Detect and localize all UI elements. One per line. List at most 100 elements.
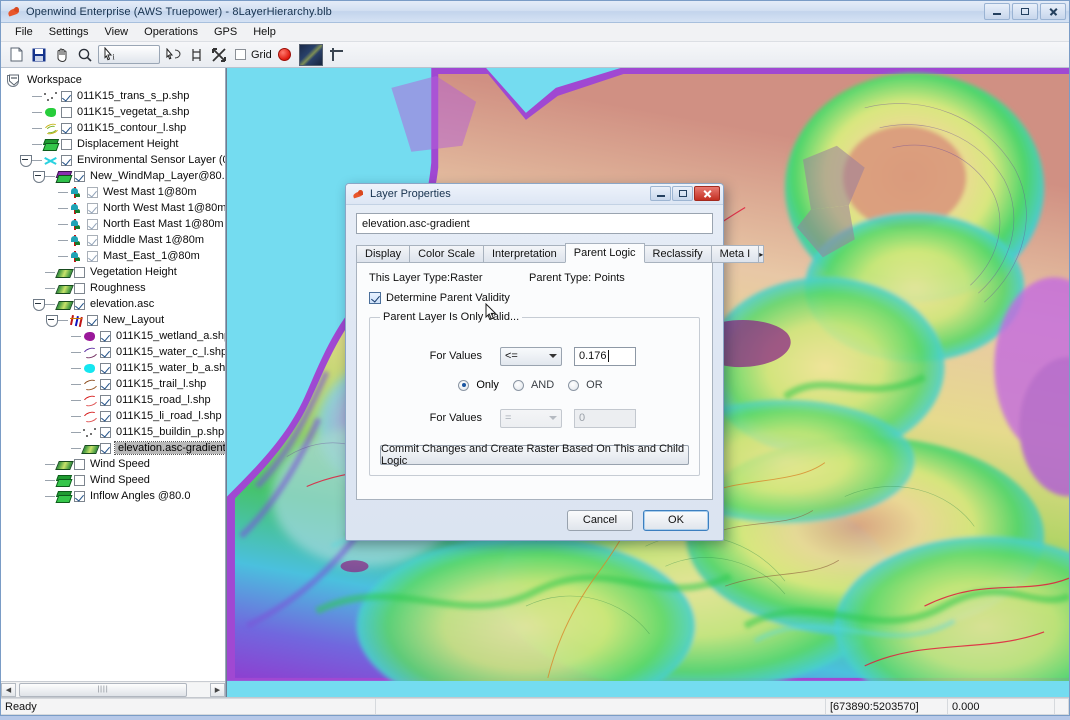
layer-visibility-checkbox[interactable] <box>61 154 72 166</box>
record-red-circle-icon[interactable] <box>275 45 295 65</box>
menu-operations[interactable]: Operations <box>136 24 206 41</box>
layer-visibility-checkbox[interactable] <box>87 186 98 198</box>
tab-overflow-arrow-icon[interactable]: ▸ <box>758 245 765 263</box>
tree-item-011k15-wetland-a-shp[interactable]: 011K15_wetland_a.shp <box>3 328 225 344</box>
layer-name-field[interactable]: elevation.asc-gradient <box>356 213 713 234</box>
scrollbar-thumb[interactable]: |||| <box>19 682 187 697</box>
layer-visibility-checkbox[interactable] <box>87 314 98 326</box>
layer-visibility-checkbox[interactable] <box>61 106 72 118</box>
crop-extent-icon[interactable] <box>327 45 347 65</box>
tab-display[interactable]: Display <box>356 245 411 263</box>
identify-info-icon[interactable]: i <box>98 45 160 64</box>
layer-visibility-checkbox[interactable] <box>74 282 85 294</box>
tree-item-011k15-li-road-l-shp[interactable]: 011K15_li_road_l.shp <box>3 408 225 424</box>
scrollbar-track[interactable]: |||| <box>16 682 210 697</box>
minimize-button[interactable] <box>984 3 1010 20</box>
tree-item-011k15-contour-l-shp[interactable]: 011K15_contour_l.shp <box>3 120 225 136</box>
layer-visibility-checkbox[interactable] <box>87 234 98 246</box>
layer-visibility-checkbox[interactable] <box>100 394 111 406</box>
layer-visibility-checkbox[interactable] <box>61 90 72 102</box>
radio-and[interactable] <box>512 379 524 391</box>
new-file-icon[interactable] <box>6 45 26 65</box>
menu-help[interactable]: Help <box>245 24 284 41</box>
measure-icon[interactable] <box>186 45 206 65</box>
collapse-toggle-icon[interactable] <box>33 170 45 183</box>
layer-visibility-checkbox[interactable] <box>74 458 85 470</box>
select-lasso-icon[interactable] <box>163 45 183 65</box>
layer-visibility-checkbox[interactable] <box>100 346 111 358</box>
resize-grip-icon[interactable] <box>1055 698 1069 715</box>
layer-visibility-checkbox[interactable] <box>100 362 111 374</box>
tab-reclassify[interactable]: Reclassify <box>643 245 712 263</box>
tree-item-north-west-mast-1-80m[interactable]: North West Mast 1@80m <box>3 200 225 216</box>
collapse-toggle-icon[interactable] <box>20 154 32 167</box>
pan-hand-icon[interactable] <box>52 45 72 65</box>
save-icon[interactable] <box>29 45 49 65</box>
tree-item-wind-speed[interactable]: Wind Speed <box>3 472 225 488</box>
tree-item-elevation-asc-gradient[interactable]: elevation.asc-gradient <box>3 440 225 456</box>
layer-visibility-checkbox[interactable] <box>87 218 98 230</box>
layer-tree[interactable]: Workspace 011K15_trans_s_p.shp 011K15_vege… <box>1 68 225 681</box>
layer-visibility-checkbox[interactable] <box>74 298 85 310</box>
operator-select-2[interactable]: = <box>500 408 562 428</box>
layer-visibility-checkbox[interactable] <box>87 202 98 214</box>
tree-item-011k15-water-b-a-shp[interactable]: 011K15_water_b_a.shp <box>3 360 225 376</box>
layer-visibility-checkbox[interactable] <box>74 474 85 486</box>
maximize-button[interactable] <box>1012 3 1038 20</box>
menu-gps[interactable]: GPS <box>206 24 245 41</box>
operator-select-1[interactable]: <= <box>500 346 562 366</box>
tree-item-mast-east-1-80m[interactable]: Mast_East_1@80m <box>3 248 225 264</box>
tree-item-west-mast-1-80m[interactable]: West Mast 1@80m <box>3 184 225 200</box>
layer-visibility-checkbox[interactable] <box>61 138 72 150</box>
value-input-1[interactable]: 0.176 <box>574 346 636 366</box>
layer-visibility-checkbox[interactable] <box>100 378 111 390</box>
collapse-toggle-icon[interactable] <box>33 298 45 311</box>
ok-button[interactable]: OK <box>643 509 709 531</box>
tree-item-new-windmap-layer-80-0m[interactable]: New_WindMap_Layer@80.0m <box>3 168 225 184</box>
grid-checkbox[interactable] <box>235 49 246 60</box>
layer-visibility-checkbox[interactable] <box>100 426 111 438</box>
tree-item-011k15-road-l-shp[interactable]: 011K15_road_l.shp <box>3 392 225 408</box>
tree-item-inflow-angles-80-0[interactable]: Inflow Angles @80.0 <box>3 488 225 504</box>
menu-file[interactable]: File <box>7 24 41 41</box>
menu-settings[interactable]: Settings <box>41 24 97 41</box>
close-button[interactable] <box>1040 3 1066 20</box>
tab-parent-logic[interactable]: Parent Logic <box>564 243 645 263</box>
tab-meta-information[interactable]: Meta I <box>710 245 760 263</box>
dialog-maximize-button[interactable] <box>672 186 693 201</box>
tree-item-elevation-asc[interactable]: elevation.asc <box>3 296 225 312</box>
determine-parent-validity-row[interactable]: Determine Parent Validity <box>369 292 700 304</box>
tree-item-011k15-water-c-l-shp[interactable]: 011K15_water_c_l.shp <box>3 344 225 360</box>
tree-item-displacement-height[interactable]: Displacement Height <box>3 136 225 152</box>
layer-visibility-checkbox[interactable] <box>100 442 111 454</box>
commit-changes-button[interactable]: Commit Changes and Create Raster Based O… <box>380 443 689 467</box>
layer-visibility-checkbox[interactable] <box>74 490 85 502</box>
tree-item-011k15-buildin-p-shp[interactable]: 011K15_buildin_p.shp <box>3 424 225 440</box>
tree-item-environmental-sensor-layer-011k15-buil[interactable]: Environmental Sensor Layer (011K15_buil <box>3 152 225 168</box>
layer-tree-hscrollbar[interactable]: ◀ |||| ▶ <box>1 681 225 697</box>
tree-item-011k15-vegetat-a-shp[interactable]: 011K15_vegetat_a.shp <box>3 104 225 120</box>
radio-or[interactable] <box>568 379 580 391</box>
layer-visibility-checkbox[interactable] <box>100 330 111 342</box>
cancel-button[interactable]: Cancel <box>567 509 633 531</box>
layer-visibility-checkbox[interactable] <box>74 266 85 278</box>
zoom-extents-icon[interactable] <box>209 45 229 65</box>
scroll-left-icon[interactable]: ◀ <box>1 682 16 697</box>
map-thumbnail-icon[interactable] <box>298 43 324 66</box>
zoom-magnifier-icon[interactable] <box>75 45 95 65</box>
tree-item-north-east-mast-1-80m[interactable]: North East Mast 1@80m <box>3 216 225 232</box>
tree-item-new-layout[interactable]: New_Layout <box>3 312 225 328</box>
radio-only[interactable] <box>458 379 470 391</box>
layer-visibility-checkbox[interactable] <box>87 250 98 262</box>
tab-color-scale[interactable]: Color Scale <box>409 245 484 263</box>
tab-interpretation[interactable]: Interpretation <box>482 245 566 263</box>
tree-item-vegetation-height[interactable]: Vegetation Height <box>3 264 225 280</box>
layer-visibility-checkbox[interactable] <box>74 170 85 182</box>
tree-item-workspace[interactable]: Workspace <box>3 72 225 88</box>
tree-item-middle-mast-1-80m[interactable]: Middle Mast 1@80m <box>3 232 225 248</box>
dialog-minimize-button[interactable] <box>650 186 671 201</box>
tree-item-011k15-trail-l-shp[interactable]: 011K15_trail_l.shp <box>3 376 225 392</box>
scroll-right-icon[interactable]: ▶ <box>210 682 225 697</box>
collapse-toggle-icon[interactable] <box>46 314 58 327</box>
tree-item-wind-speed[interactable]: Wind Speed <box>3 456 225 472</box>
